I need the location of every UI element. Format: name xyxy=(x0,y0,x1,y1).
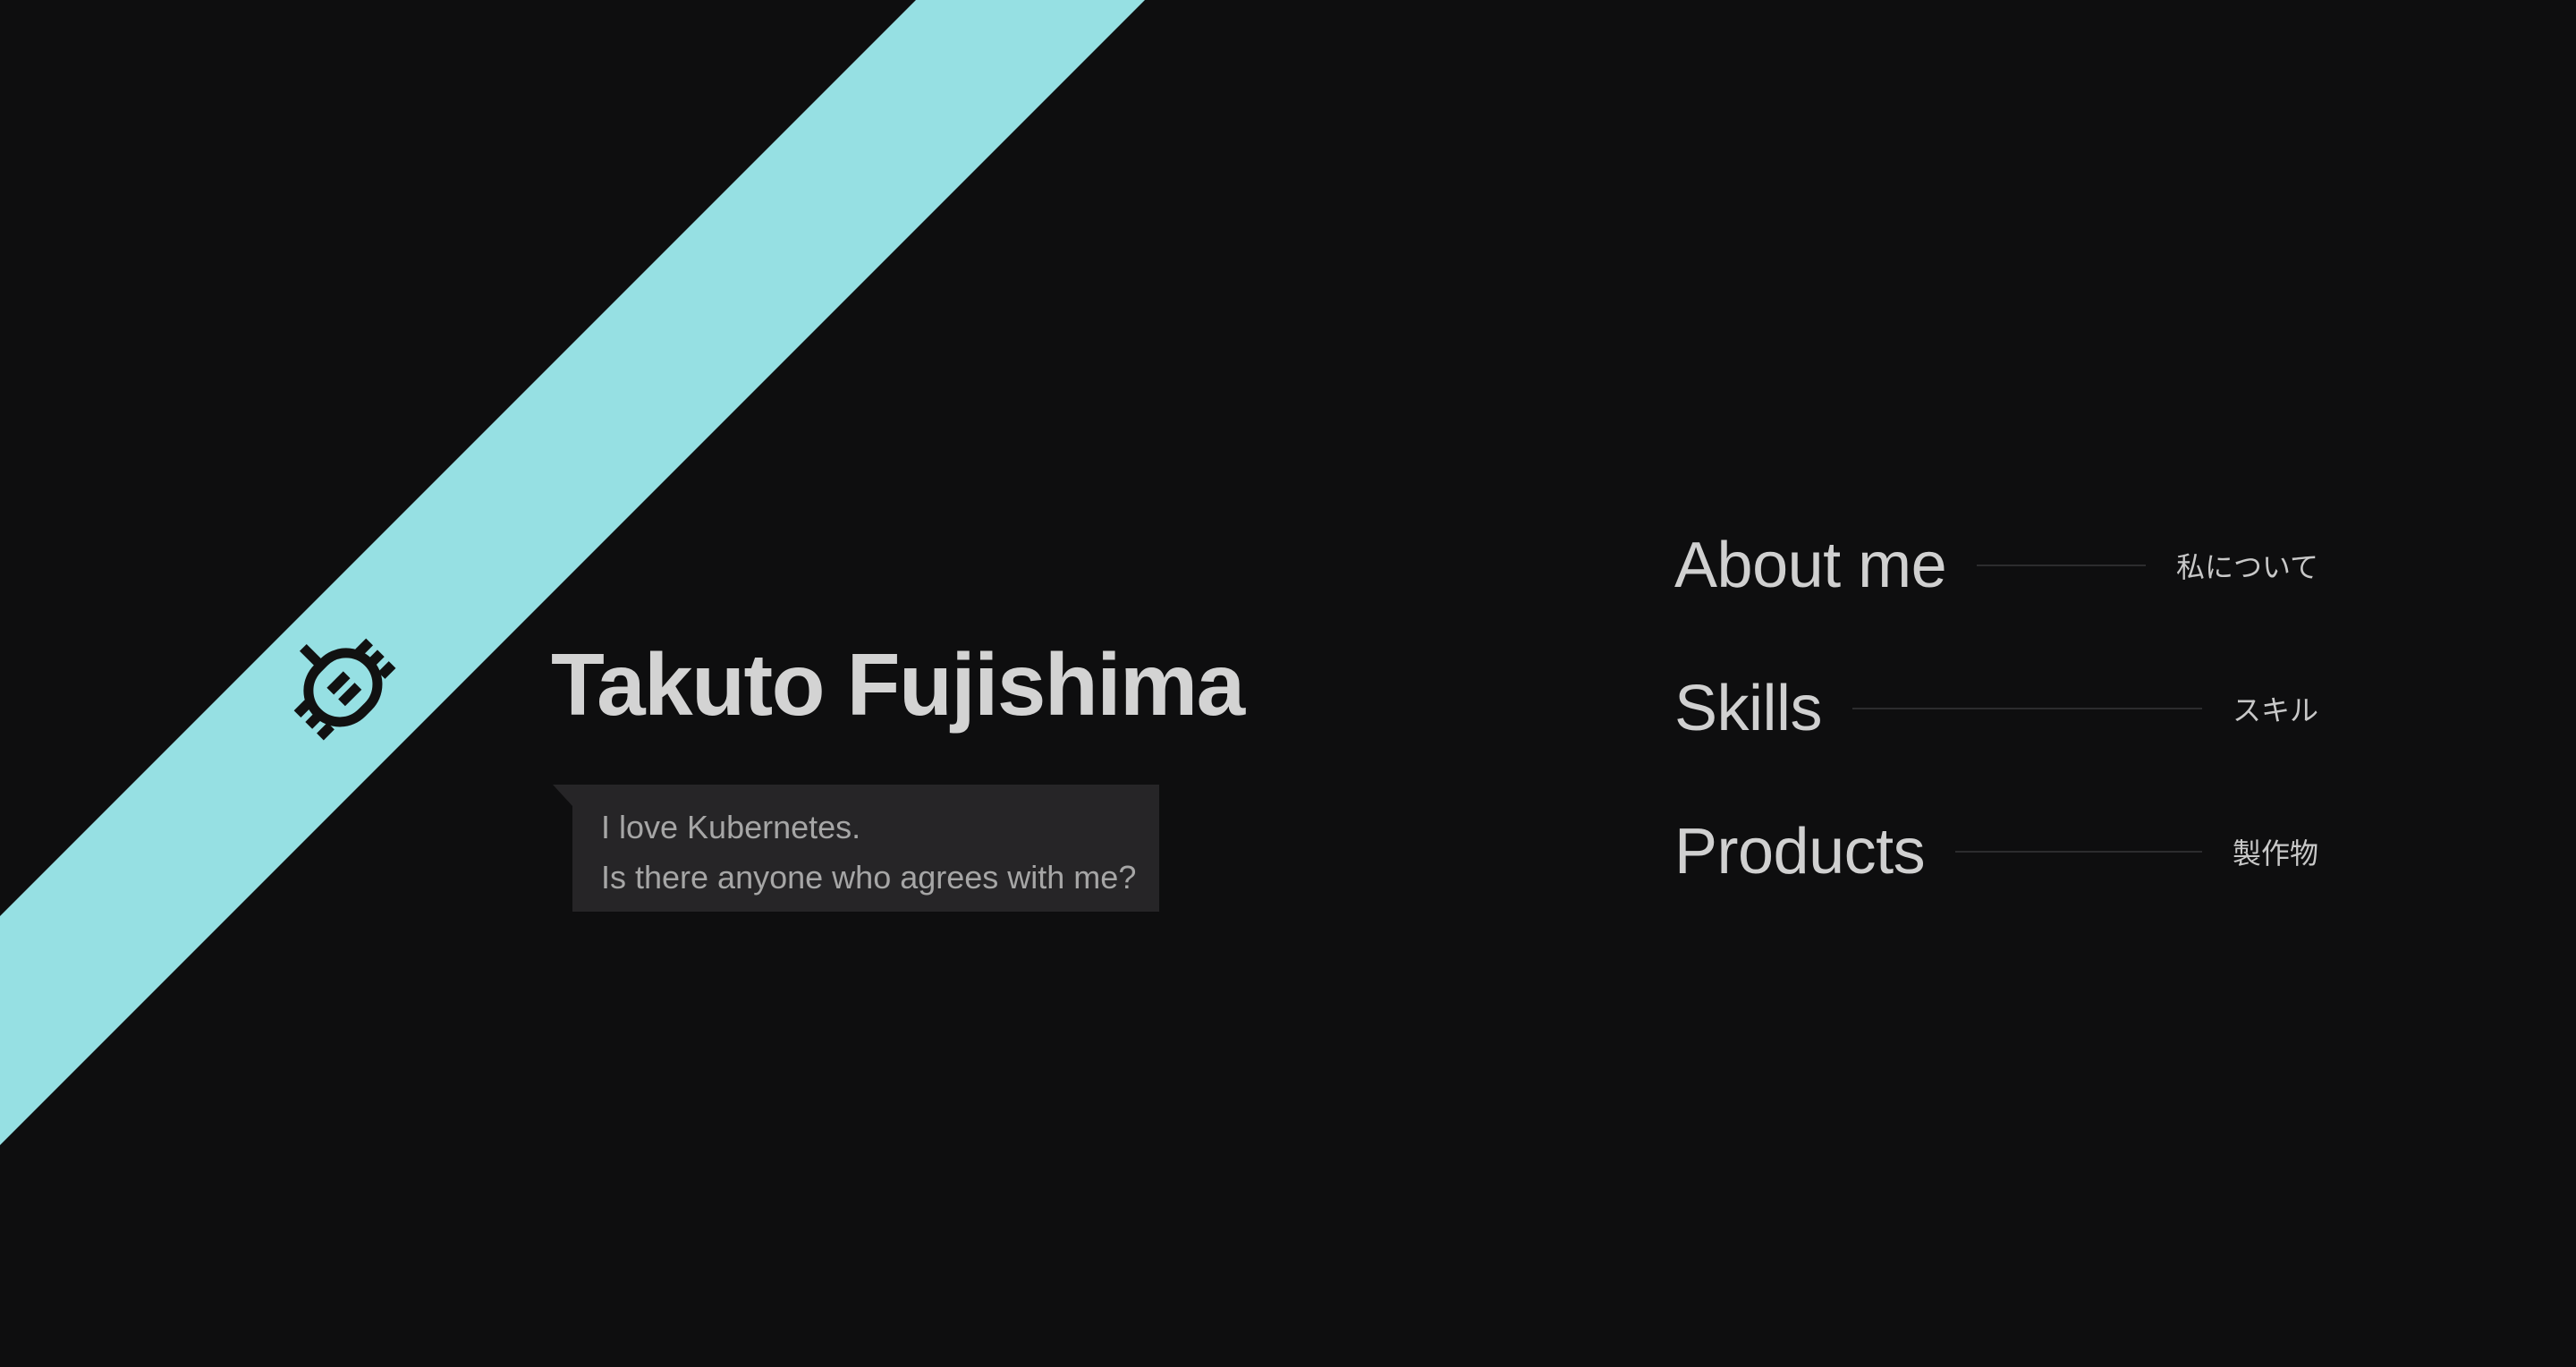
speech-bubble: I love Kubernetes. Is there anyone who a… xyxy=(553,785,1159,912)
nav-label: Skills xyxy=(1674,673,1823,744)
nav-link-products[interactable]: Products 製作物 xyxy=(1674,780,2318,923)
nav-label: Products xyxy=(1674,816,1926,887)
bubble-line: Is there anyone who agrees with me? xyxy=(601,859,1137,896)
bug-icon xyxy=(293,638,396,741)
profile-name: Takuto Fujishima xyxy=(551,635,1245,734)
bubble-tail xyxy=(553,785,572,806)
nav-label: About me xyxy=(1674,530,1947,601)
nav-divider xyxy=(1852,708,2202,709)
nav-sublabel: 製作物 xyxy=(2232,837,2318,870)
nav-sublabel: スキル xyxy=(2232,694,2318,726)
main-nav: About me 私について Skills スキル Products 製作物 xyxy=(1674,494,2318,923)
bubble-line: I love Kubernetes. xyxy=(601,809,861,845)
nav-link-about-me[interactable]: About me 私について xyxy=(1674,494,2318,637)
nav-divider xyxy=(1977,565,2146,566)
nav-divider xyxy=(1955,851,2202,853)
nav-link-skills[interactable]: Skills スキル xyxy=(1674,637,2318,780)
nav-sublabel: 私について xyxy=(2175,551,2318,583)
